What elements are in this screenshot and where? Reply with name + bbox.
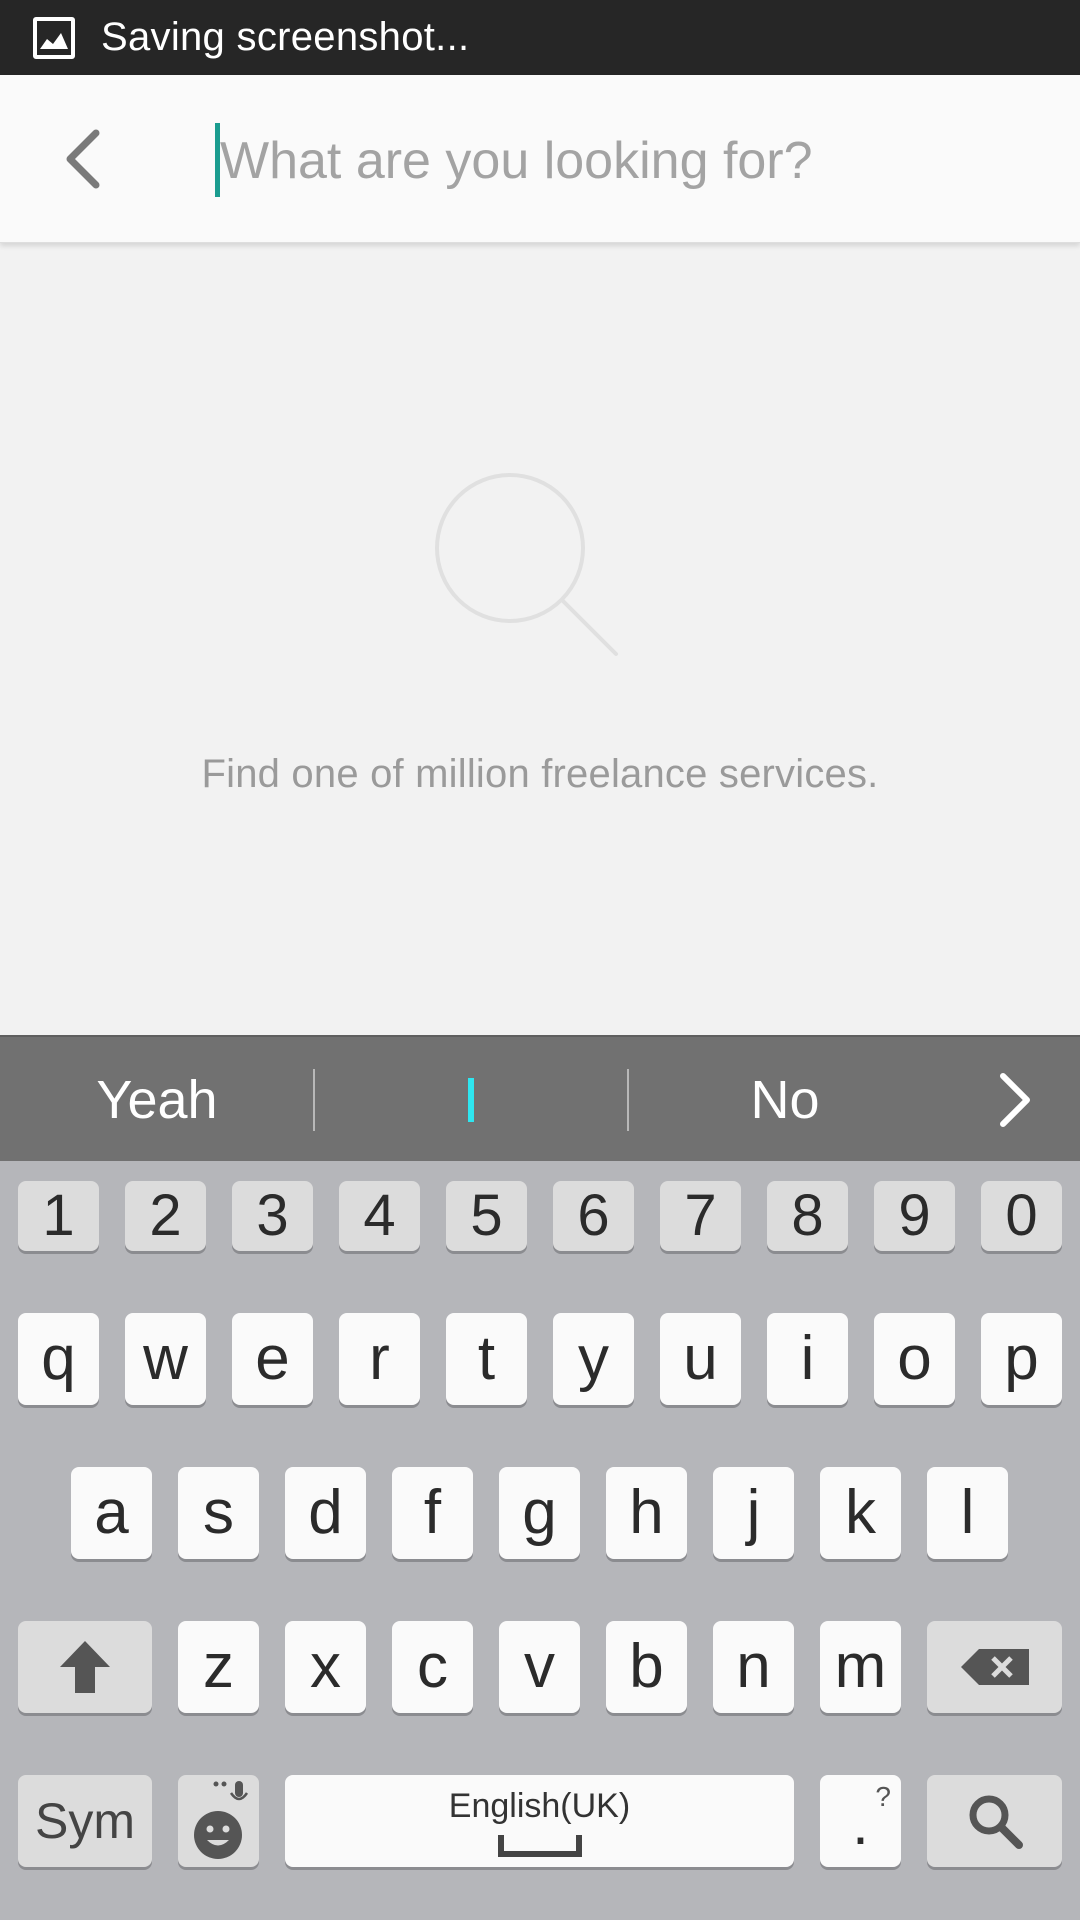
search-icon [435,473,618,656]
emoji-voice-key[interactable] [178,1775,259,1867]
key-b[interactable]: b [606,1621,687,1713]
key-2[interactable]: 2 [125,1181,206,1251]
key-l[interactable]: l [927,1467,1008,1559]
emoji-mic-icon [194,1781,249,1859]
key-d[interactable]: d [285,1467,366,1559]
suggestion-yeah[interactable]: Yeah [0,1037,314,1163]
key-w[interactable]: w [125,1313,206,1405]
empty-state-message: Find one of million freelance services. [201,752,879,796]
search-icon [969,1795,1023,1849]
chevron-left-icon [66,129,100,189]
key-c[interactable]: c [392,1621,473,1713]
sym-key[interactable]: Sym [18,1775,152,1867]
suggestion-current[interactable] [314,1037,628,1163]
key-z[interactable]: z [178,1621,259,1713]
key-1[interactable]: 1 [18,1181,99,1251]
key-0[interactable]: 0 [981,1181,1062,1251]
key-s[interactable]: s [178,1467,259,1559]
period-key[interactable]: . ? [820,1775,901,1867]
shift-arrow-icon [60,1641,110,1693]
cursor-marker [468,1078,474,1122]
backspace-icon [960,1649,1029,1685]
key-h[interactable]: h [606,1467,687,1559]
key-f[interactable]: f [392,1467,473,1559]
key-o[interactable]: o [874,1313,955,1405]
space-bar-glyph [497,1835,582,1857]
key-9[interactable]: 9 [874,1181,955,1251]
chevron-right-icon [1000,1073,1030,1127]
key-5[interactable]: 5 [446,1181,527,1251]
key-3[interactable]: 3 [232,1181,313,1251]
key-y[interactable]: y [553,1313,634,1405]
key-8[interactable]: 8 [767,1181,848,1251]
key-v[interactable]: v [499,1621,580,1713]
status-bar: Saving screenshot... [0,0,1080,75]
key-k[interactable]: k [820,1467,901,1559]
period-alt-hint: ? [875,1781,891,1812]
shift-key[interactable] [18,1621,152,1713]
key-x[interactable]: x [285,1621,366,1713]
text-caret [215,123,220,197]
key-r[interactable]: r [339,1313,420,1405]
search-input[interactable] [214,123,1034,199]
suggestion-no[interactable]: No [628,1037,942,1163]
key-q[interactable]: q [18,1313,99,1405]
status-text: Saving screenshot... [101,15,470,59]
key-m[interactable]: m [820,1621,901,1713]
key-g[interactable]: g [499,1467,580,1559]
key-n[interactable]: n [713,1621,794,1713]
key-j[interactable]: j [713,1467,794,1559]
suggestion-next-button[interactable] [980,1067,1050,1133]
key-u[interactable]: u [660,1313,741,1405]
keyboard-suggestion-bar: Yeah No [0,1035,1080,1161]
search-key[interactable] [927,1775,1062,1867]
keyboard: 1 2 3 4 5 6 7 8 9 0 q w e r t y u i o p … [0,1161,1080,1920]
key-4[interactable]: 4 [339,1181,420,1251]
key-p[interactable]: p [981,1313,1062,1405]
key-7[interactable]: 7 [660,1181,741,1251]
space-key[interactable]: English(UK) [285,1775,794,1867]
key-t[interactable]: t [446,1313,527,1405]
screenshot-icon [33,16,75,59]
backspace-key[interactable] [927,1621,1062,1713]
key-i[interactable]: i [767,1313,848,1405]
key-6[interactable]: 6 [553,1181,634,1251]
back-button[interactable] [48,117,120,201]
key-e[interactable]: e [232,1313,313,1405]
key-a[interactable]: a [71,1467,152,1559]
search-app-bar [0,75,1080,243]
